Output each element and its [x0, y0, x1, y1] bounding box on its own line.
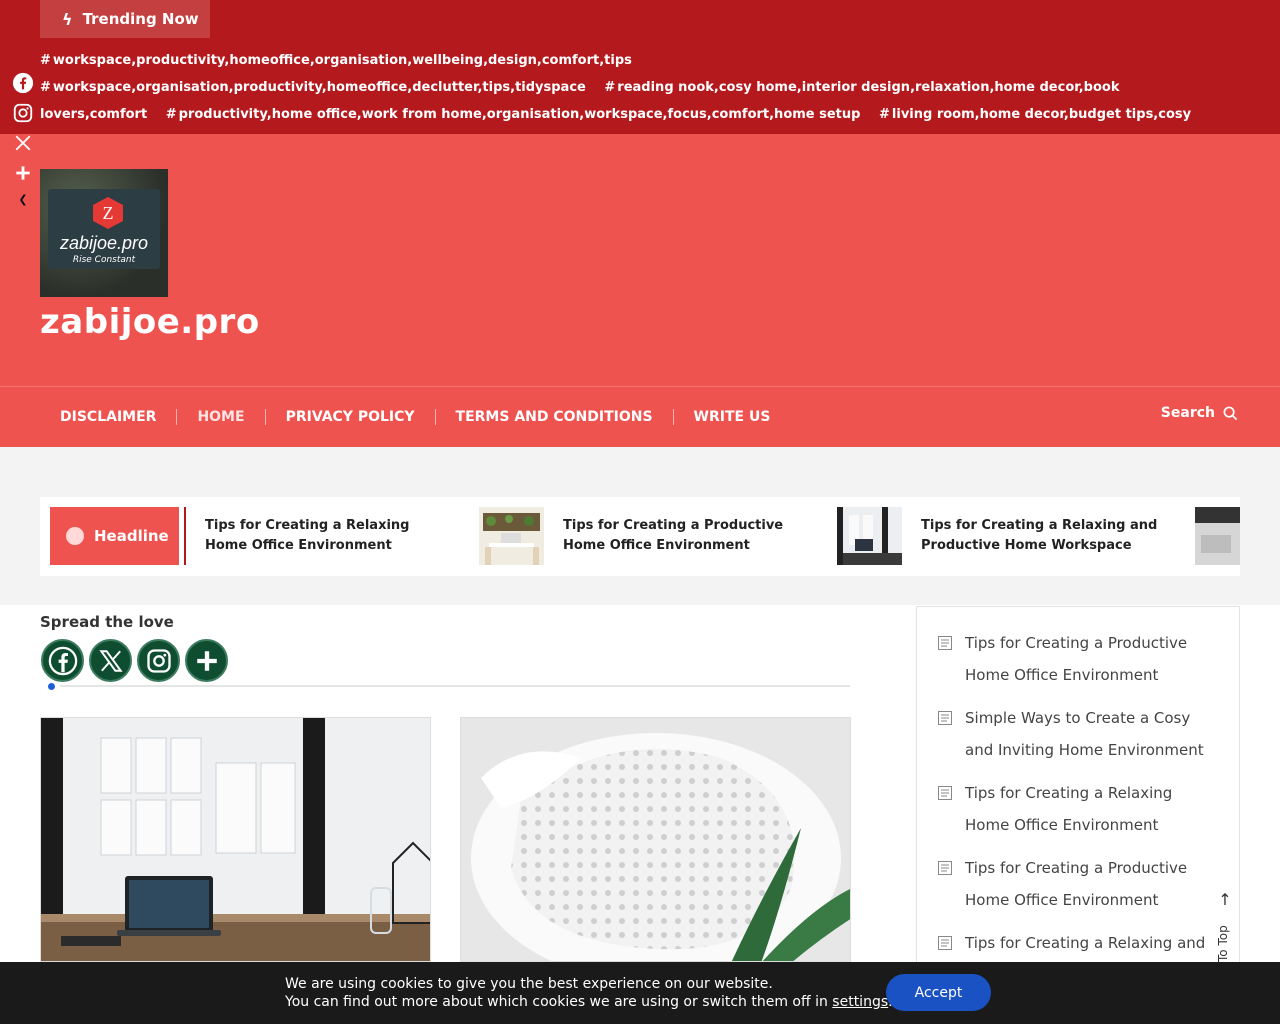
headline-dot-icon	[66, 527, 84, 545]
document-icon	[938, 861, 952, 875]
x-share-button[interactable]	[10, 130, 36, 156]
nav-item-home[interactable]: HOME	[177, 409, 266, 425]
ticker-item[interactable]	[1195, 507, 1240, 565]
ticker-thumbnail	[479, 507, 544, 565]
headline-label: Headline	[50, 507, 179, 565]
ticker-item[interactable]: Tips for Creating a Relaxing and Product…	[837, 507, 1171, 565]
recent-post-title: Tips for Creating a Relaxing Home Office…	[965, 784, 1173, 834]
cookie-message: We are using cookies to give you the bes…	[285, 975, 893, 1011]
site-header: Z zabijoe.pro Rise Constant zabijoe.pro	[0, 134, 1280, 386]
instagram-share-circle[interactable]	[137, 639, 180, 682]
social-share-row	[41, 639, 228, 682]
hash-icon: #	[604, 80, 616, 95]
x-icon	[15, 135, 31, 151]
trending-tag[interactable]: # workspace,organisation,productivity,hom…	[40, 80, 586, 95]
nav-item-terms-and-conditions[interactable]: TERMS AND CONDITIONS	[436, 409, 674, 425]
hide-share-button[interactable]: ❮	[10, 190, 36, 208]
hide-chevron-icon: ❮	[18, 192, 28, 206]
facebook-icon	[12, 72, 34, 94]
hash-icon: #	[165, 107, 177, 122]
ticker-item-title: Tips for Creating a Relaxing Home Office…	[205, 518, 410, 553]
document-icon	[938, 936, 952, 950]
lightning-icon: ϟ	[62, 9, 73, 29]
post-card-image[interactable]	[40, 717, 431, 962]
trending-now-button[interactable]: ϟ Trending Now	[40, 0, 210, 38]
logo-tagline: Rise Constant	[72, 255, 136, 265]
trending-bar: ϟ Trending Now # workspace,productivity,h…	[0, 0, 1280, 149]
post-card-image[interactable]	[460, 717, 851, 962]
document-icon	[938, 711, 952, 725]
x-share-circle[interactable]	[89, 639, 132, 682]
plus-icon	[196, 650, 217, 671]
trending-tag[interactable]: # productivity,home office,work from home…	[166, 107, 861, 122]
cookie-message-line2: You can find out more about which cookie…	[285, 994, 893, 1010]
x-icon	[98, 649, 123, 672]
search-icon	[1223, 406, 1238, 420]
trending-label: Trending Now	[82, 10, 199, 28]
document-icon	[938, 786, 952, 800]
recent-post-title: Simple Ways to Create a Cosy and Invitin…	[965, 709, 1204, 759]
ticker-item[interactable]: Tips for Creating a Relaxing Home Office…	[205, 507, 455, 565]
facebook-share-circle[interactable]	[41, 639, 84, 682]
nav-item-disclaimer[interactable]: DISCLAIMER	[40, 409, 178, 425]
instagram-icon	[13, 103, 33, 123]
site-title[interactable]: zabijoe.pro	[40, 302, 260, 342]
arrow-up-icon: ↑	[1218, 890, 1232, 909]
ticker-thumbnail	[1195, 507, 1240, 565]
recent-post-title: Tips for Creating a Productive Home Offi…	[965, 859, 1188, 909]
instagram-share-button[interactable]	[10, 100, 36, 126]
search-button[interactable]: Search	[1161, 405, 1238, 421]
nav-item-write-us[interactable]: WRITE US	[674, 409, 791, 425]
nav-item-privacy-policy[interactable]: PRIVACY POLICY	[266, 409, 436, 425]
content-divider	[60, 685, 850, 687]
accept-cookies-button[interactable]: Accept	[886, 974, 991, 1011]
headline-ticker: Headline Tips for Creating a Relaxing Ho…	[40, 497, 1240, 576]
cookie-message-line1: We are using cookies to give you the bes…	[285, 976, 773, 992]
knitted-blanket-image	[461, 718, 850, 961]
hash-icon: #	[40, 53, 51, 68]
logo-text: zabijoe.pro	[59, 233, 149, 253]
ticker-item[interactable]: Tips for Creating a Productive Home Offi…	[479, 507, 813, 565]
spread-the-love-label: Spread the love	[40, 613, 174, 631]
ticker-separator	[184, 507, 186, 565]
recent-post-item[interactable]: Tips for Creating a Productive Home Offi…	[937, 627, 1219, 691]
facebook-icon	[48, 646, 77, 675]
hash-icon: #	[40, 80, 51, 95]
slider-dot[interactable]	[48, 683, 55, 690]
facebook-share-button[interactable]	[10, 70, 36, 96]
ticker-item-title: Tips for Creating a Productive Home Offi…	[563, 518, 784, 553]
recent-post-item[interactable]: Tips for Creating a Productive Home Offi…	[937, 852, 1219, 916]
recent-post-title: Tips for Creating a Relaxing and	[965, 934, 1206, 952]
trending-tag[interactable]: # workspace,productivity,homeoffice,organ…	[40, 53, 632, 68]
workspace-laptop-image	[41, 718, 430, 961]
floating-share-bar: ❮	[10, 70, 36, 212]
logo-hexagon-icon: Z	[93, 197, 123, 229]
search-label: Search	[1160, 405, 1215, 421]
scroll-to-top-button[interactable]: ↑ To Top	[1212, 890, 1238, 970]
plus-icon	[16, 166, 30, 180]
ticker-thumbnail	[837, 507, 902, 565]
recent-post-item[interactable]: Tips for Creating a Relaxing Home Office…	[937, 777, 1219, 841]
more-share-button[interactable]	[10, 160, 36, 186]
cookie-notice-bar: We are using cookies to give you the bes…	[0, 962, 1280, 1024]
instagram-icon	[146, 648, 171, 673]
recent-post-item[interactable]: Tips for Creating a Relaxing and	[937, 927, 1219, 959]
hash-icon: #	[879, 107, 890, 122]
recent-post-title: Tips for Creating a Productive Home Offi…	[965, 634, 1188, 684]
logo-card: Z zabijoe.pro Rise Constant	[48, 189, 160, 269]
recent-post-item[interactable]: Simple Ways to Create a Cosy and Invitin…	[937, 702, 1219, 766]
cookie-settings-link[interactable]: settings	[832, 994, 888, 1010]
main-navigation: DISCLAIMER HOME PRIVACY POLICY TERMS AND…	[0, 386, 1280, 447]
site-logo[interactable]: Z zabijoe.pro Rise Constant	[40, 169, 168, 297]
ticker-item-title: Tips for Creating a Relaxing and Product…	[921, 518, 1158, 553]
to-top-label: To Top	[1216, 925, 1230, 962]
more-share-circle[interactable]	[185, 639, 228, 682]
document-icon	[938, 636, 952, 650]
